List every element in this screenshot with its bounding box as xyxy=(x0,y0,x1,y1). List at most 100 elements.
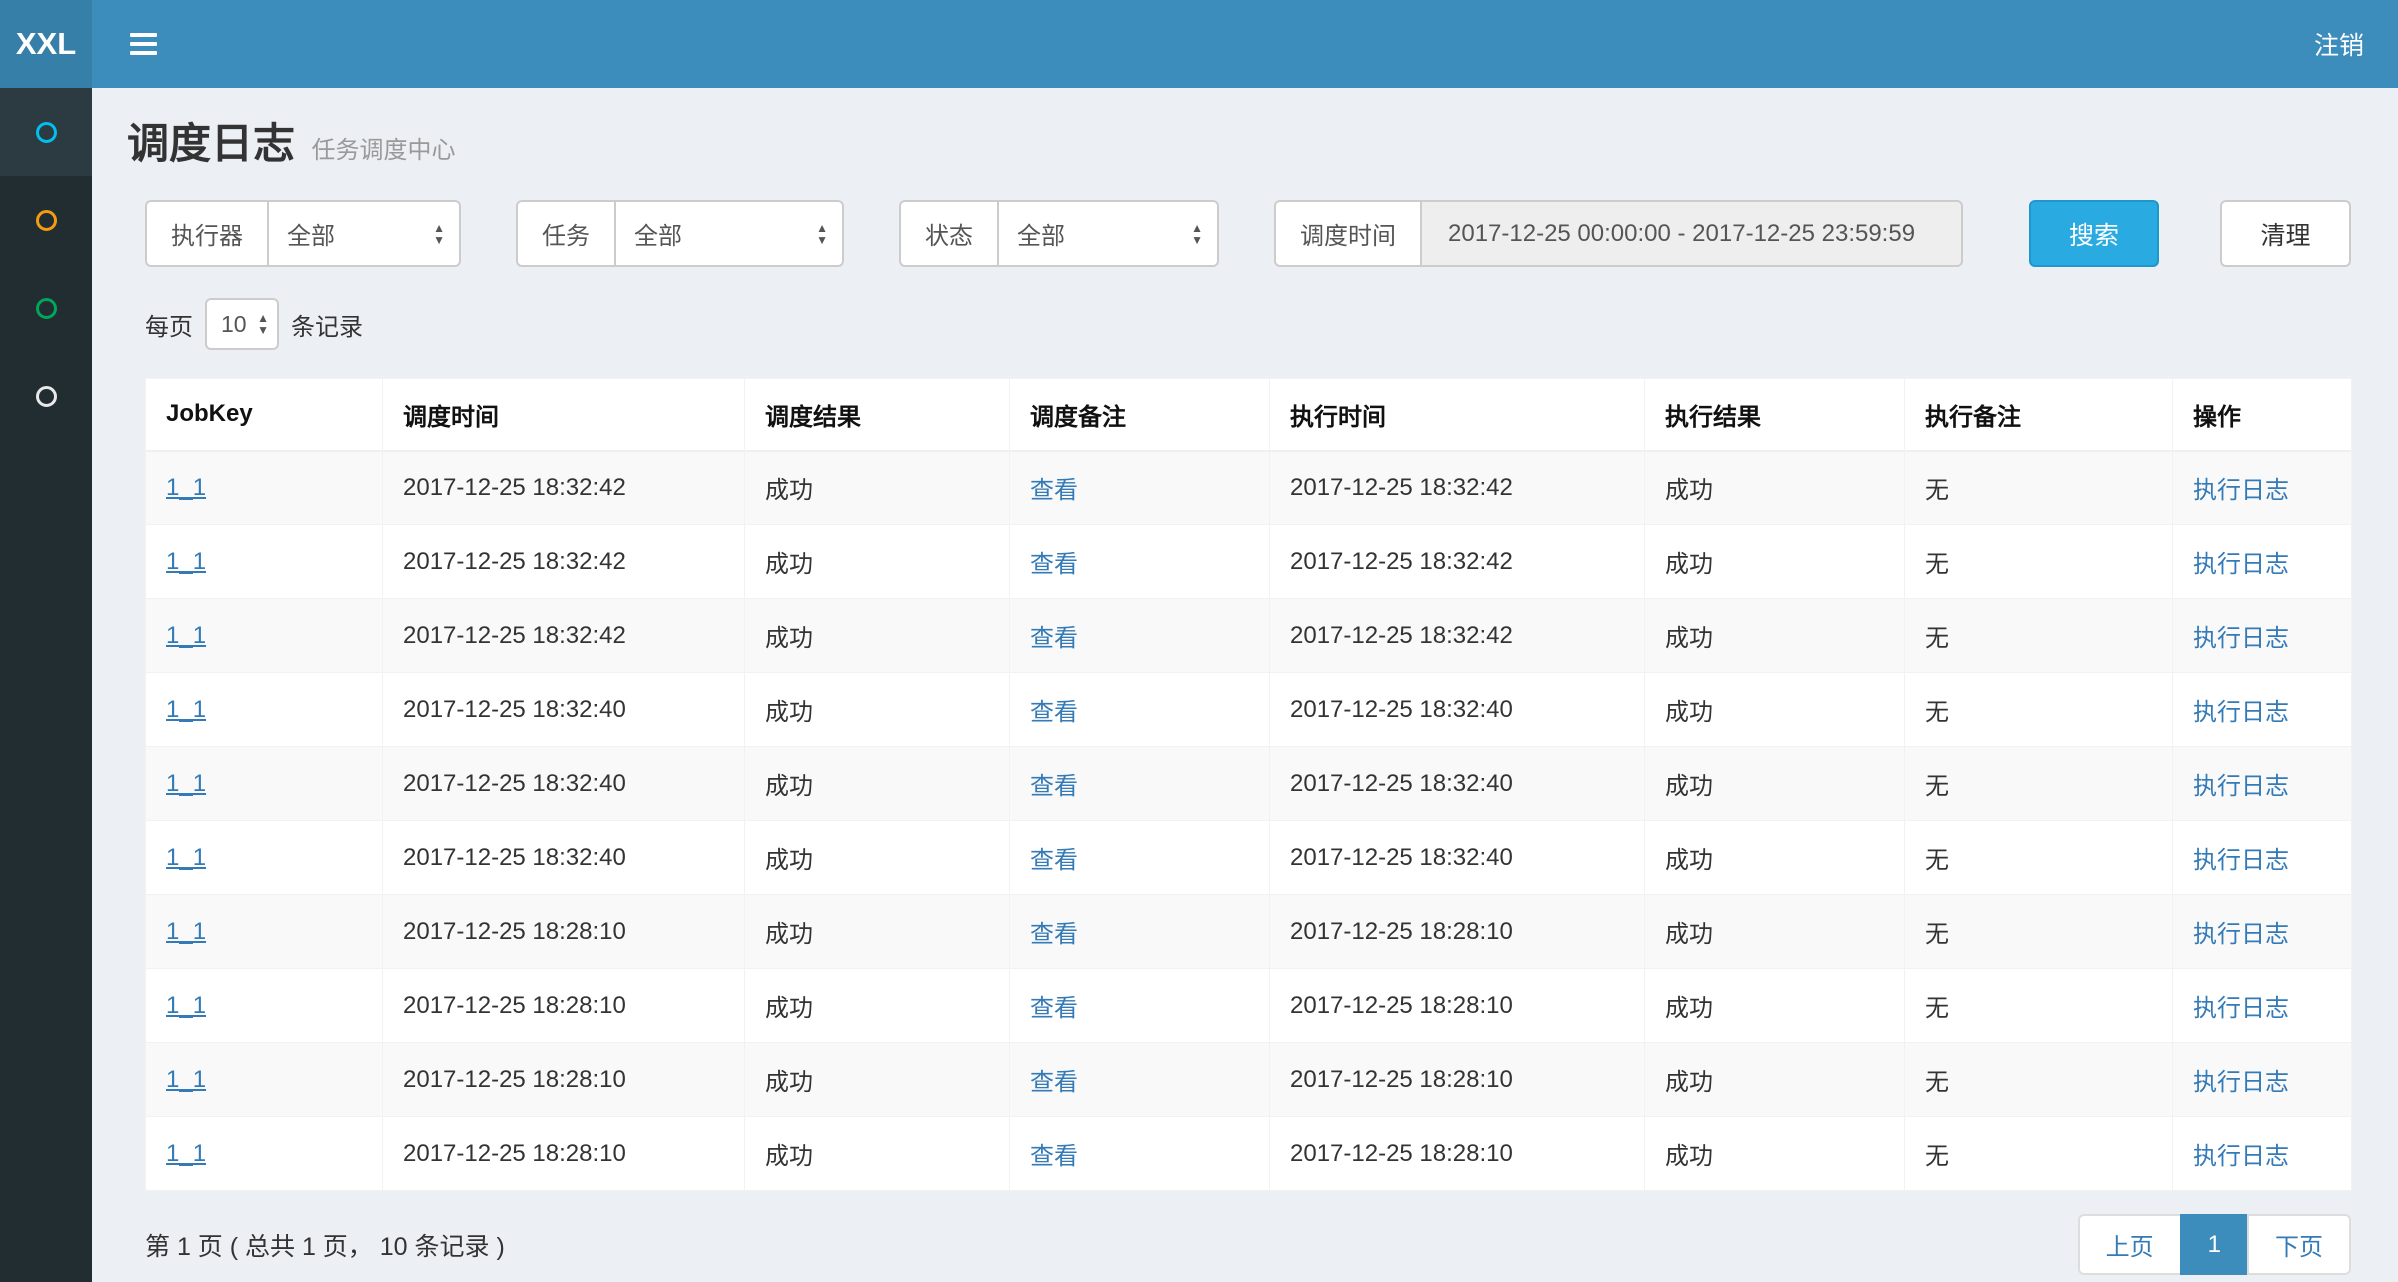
select-arrows-icon xyxy=(816,222,828,246)
status-filter-label: 状态 xyxy=(899,200,997,267)
exec-log-link[interactable]: 执行日志 xyxy=(2193,847,2289,874)
search-button[interactable]: 搜索 xyxy=(2029,200,2159,267)
exec-log-link[interactable]: 执行日志 xyxy=(2193,1143,2289,1170)
col-jobkey: JobKey xyxy=(146,379,383,451)
status-select-value: 全部 xyxy=(1017,216,1065,251)
view-trigger-msg-link[interactable]: 查看 xyxy=(1030,921,1078,948)
page-size-suffix: 条记录 xyxy=(291,307,363,342)
handle-msg-cell: 无 xyxy=(1905,451,2173,525)
view-trigger-msg-link[interactable]: 查看 xyxy=(1030,1143,1078,1170)
sidebar-item-3[interactable] xyxy=(0,264,92,352)
handle-result-cell: 成功 xyxy=(1645,1117,1905,1191)
exec-log-link[interactable]: 执行日志 xyxy=(2193,773,2289,800)
jobkey-link[interactable]: 1_1 xyxy=(166,992,206,1019)
app-logo[interactable]: XXL xyxy=(0,0,92,88)
exec-log-link[interactable]: 执行日志 xyxy=(2193,995,2289,1022)
next-page-button[interactable]: 下页 xyxy=(2247,1214,2351,1275)
trigger-time-cell: 2017-12-25 18:32:40 xyxy=(383,821,745,895)
jobkey-link[interactable]: 1_1 xyxy=(166,474,206,501)
trigger-result-cell: 成功 xyxy=(745,1043,1010,1117)
jobkey-link[interactable]: 1_1 xyxy=(166,1140,206,1167)
table-row: 1_1 2017-12-25 18:32:42 成功 查看 2017-12-25… xyxy=(146,451,2352,525)
table-row: 1_1 2017-12-25 18:32:40 成功 查看 2017-12-25… xyxy=(146,747,2352,821)
handle-msg-cell: 无 xyxy=(1905,673,2173,747)
hamburger-icon[interactable] xyxy=(122,20,165,68)
executor-select-value: 全部 xyxy=(287,216,335,251)
view-trigger-msg-link[interactable]: 查看 xyxy=(1030,625,1078,652)
prev-page-button[interactable]: 上页 xyxy=(2078,1214,2182,1275)
view-trigger-msg-link[interactable]: 查看 xyxy=(1030,551,1078,578)
handle-msg-cell: 无 xyxy=(1905,525,2173,599)
circle-icon xyxy=(36,210,57,231)
jobkey-link[interactable]: 1_1 xyxy=(166,548,206,575)
log-table: JobKey 调度时间 调度结果 调度备注 执行时间 执行结果 执行备注 操作 … xyxy=(145,378,2352,1191)
handle-time-cell: 2017-12-25 18:28:10 xyxy=(1270,969,1645,1043)
time-range-input[interactable] xyxy=(1420,200,1963,267)
view-trigger-msg-link[interactable]: 查看 xyxy=(1030,773,1078,800)
exec-log-link[interactable]: 执行日志 xyxy=(2193,699,2289,726)
job-select[interactable]: 全部 xyxy=(614,200,844,267)
sidebar-item-2[interactable] xyxy=(0,176,92,264)
view-trigger-msg-link[interactable]: 查看 xyxy=(1030,995,1078,1022)
page-size-select[interactable]: 10 xyxy=(205,298,279,350)
sidebar-item-4[interactable] xyxy=(0,352,92,440)
status-select[interactable]: 全部 xyxy=(997,200,1219,267)
time-filter-group: 调度时间 xyxy=(1274,200,1963,267)
exec-log-link[interactable]: 执行日志 xyxy=(2193,477,2289,504)
pager: 上页 1 下页 xyxy=(2078,1214,2351,1275)
table-row: 1_1 2017-12-25 18:28:10 成功 查看 2017-12-25… xyxy=(146,895,2352,969)
content-area: 调度日志 任务调度中心 执行器 全部 任务 全部 状态 全部 xyxy=(92,88,2398,1275)
handle-time-cell: 2017-12-25 18:32:40 xyxy=(1270,747,1645,821)
table-row: 1_1 2017-12-25 18:32:40 成功 查看 2017-12-25… xyxy=(146,673,2352,747)
col-handle-time: 执行时间 xyxy=(1270,379,1645,451)
jobkey-link[interactable]: 1_1 xyxy=(166,1066,206,1093)
view-trigger-msg-link[interactable]: 查看 xyxy=(1030,477,1078,504)
logout-link[interactable]: 注销 xyxy=(2314,26,2364,62)
handle-time-cell: 2017-12-25 18:28:10 xyxy=(1270,1117,1645,1191)
navbar-main: 注销 xyxy=(92,0,2398,88)
handle-result-cell: 成功 xyxy=(1645,747,1905,821)
view-trigger-msg-link[interactable]: 查看 xyxy=(1030,847,1078,874)
sidebar-item-1[interactable] xyxy=(0,88,92,176)
content-header: 调度日志 任务调度中心 xyxy=(92,88,2398,174)
trigger-time-cell: 2017-12-25 18:28:10 xyxy=(383,1117,745,1191)
circle-icon xyxy=(36,386,57,407)
handle-time-cell: 2017-12-25 18:32:42 xyxy=(1270,525,1645,599)
view-trigger-msg-link[interactable]: 查看 xyxy=(1030,1069,1078,1096)
current-page-button[interactable]: 1 xyxy=(2180,1214,2249,1275)
exec-log-link[interactable]: 执行日志 xyxy=(2193,1069,2289,1096)
clear-button[interactable]: 清理 xyxy=(2220,200,2351,267)
top-navbar: XXL 注销 xyxy=(0,0,2398,88)
jobkey-link[interactable]: 1_1 xyxy=(166,696,206,723)
exec-log-link[interactable]: 执行日志 xyxy=(2193,551,2289,578)
time-filter-label: 调度时间 xyxy=(1274,200,1420,267)
jobkey-link[interactable]: 1_1 xyxy=(166,918,206,945)
trigger-time-cell: 2017-12-25 18:32:40 xyxy=(383,673,745,747)
exec-log-link[interactable]: 执行日志 xyxy=(2193,625,2289,652)
jobkey-link[interactable]: 1_1 xyxy=(166,844,206,871)
table-row: 1_1 2017-12-25 18:32:42 成功 查看 2017-12-25… xyxy=(146,599,2352,673)
page-size-prefix: 每页 xyxy=(145,307,193,342)
exec-log-link[interactable]: 执行日志 xyxy=(2193,921,2289,948)
trigger-result-cell: 成功 xyxy=(745,451,1010,525)
trigger-time-cell: 2017-12-25 18:28:10 xyxy=(383,895,745,969)
handle-result-cell: 成功 xyxy=(1645,599,1905,673)
executor-select[interactable]: 全部 xyxy=(267,200,461,267)
trigger-time-cell: 2017-12-25 18:28:10 xyxy=(383,969,745,1043)
view-trigger-msg-link[interactable]: 查看 xyxy=(1030,699,1078,726)
trigger-time-cell: 2017-12-25 18:32:40 xyxy=(383,747,745,821)
handle-time-cell: 2017-12-25 18:32:40 xyxy=(1270,673,1645,747)
circle-icon xyxy=(36,298,57,319)
trigger-time-cell: 2017-12-25 18:28:10 xyxy=(383,1043,745,1117)
jobkey-link[interactable]: 1_1 xyxy=(166,622,206,649)
col-trigger-result: 调度结果 xyxy=(745,379,1010,451)
job-filter-label: 任务 xyxy=(516,200,614,267)
circle-icon xyxy=(36,122,57,143)
table-row: 1_1 2017-12-25 18:28:10 成功 查看 2017-12-25… xyxy=(146,969,2352,1043)
jobkey-link[interactable]: 1_1 xyxy=(166,770,206,797)
executor-filter-group: 执行器 全部 xyxy=(145,200,461,267)
handle-result-cell: 成功 xyxy=(1645,451,1905,525)
trigger-time-cell: 2017-12-25 18:32:42 xyxy=(383,525,745,599)
col-handle-result: 执行结果 xyxy=(1645,379,1905,451)
job-filter-group: 任务 全部 xyxy=(516,200,844,267)
